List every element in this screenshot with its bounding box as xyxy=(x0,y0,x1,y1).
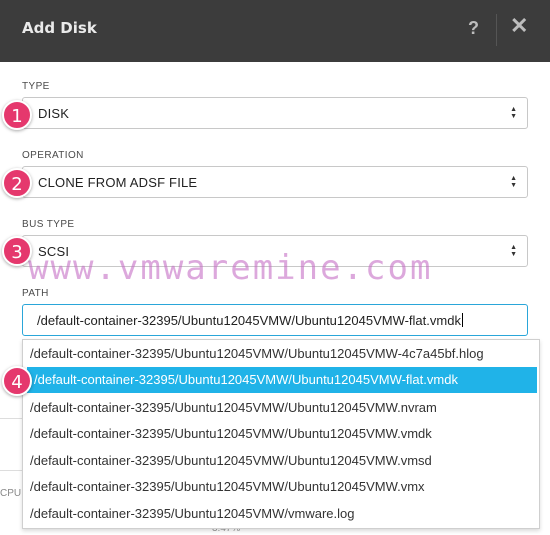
dropdown-option[interactable]: /default-container-32395/Ubuntu12045VMW/… xyxy=(23,395,539,421)
dialog-header: Add Disk ? ✕ xyxy=(0,0,550,62)
close-icon[interactable]: ✕ xyxy=(510,15,528,37)
header-divider xyxy=(496,14,497,46)
dropdown-option-selected[interactable]: /default-container-32395/Ubuntu12045VMW/… xyxy=(27,367,537,393)
path-input[interactable]: /default-container-32395/Ubuntu12045VMW/… xyxy=(22,304,528,336)
select-arrows-icon: ▲ ▼ xyxy=(510,175,517,189)
background-cpu-label: CPU xyxy=(0,488,22,499)
select-arrows-icon: ▲ ▼ xyxy=(510,244,517,258)
dropdown-option[interactable]: /default-container-32395/Ubuntu12045VMW/… xyxy=(23,421,539,447)
select-arrows-icon: ▲ ▼ xyxy=(510,106,517,120)
operation-value: CLONE FROM ADSF FILE xyxy=(38,175,198,190)
path-text: /default-container-32395/Ubuntu12045VMW/… xyxy=(37,313,461,328)
dropdown-option[interactable]: /default-container-32395/Ubuntu12045VMW/… xyxy=(23,341,539,367)
watermark-text: www.vmwaremine.com xyxy=(28,248,433,288)
bus-type-label: BUS TYPE xyxy=(22,219,75,230)
step-badge-4: 4 xyxy=(2,366,32,396)
dialog-title: Add Disk xyxy=(22,19,97,37)
background-divider xyxy=(0,418,22,419)
type-label: TYPE xyxy=(22,81,50,92)
step-badge-2: 2 xyxy=(2,168,32,198)
dropdown-option[interactable]: /default-container-32395/Ubuntu12045VMW/… xyxy=(23,448,539,474)
step-badge-1: 1 xyxy=(2,100,32,130)
dropdown-option[interactable]: /default-container-32395/Ubuntu12045VMW/… xyxy=(23,474,539,500)
type-select[interactable]: DISK ▲ ▼ xyxy=(22,97,528,129)
operation-select[interactable]: CLONE FROM ADSF FILE ▲ ▼ xyxy=(22,166,528,198)
type-value: DISK xyxy=(38,106,70,121)
operation-label: OPERATION xyxy=(22,150,84,161)
dropdown-option[interactable]: /default-container-32395/Ubuntu12045VMW/… xyxy=(23,501,539,527)
text-caret xyxy=(461,313,463,327)
path-value: /default-container-32395/Ubuntu12045VMW/… xyxy=(37,313,463,328)
background-divider-2 xyxy=(0,470,22,471)
path-dropdown[interactable]: /default-container-32395/Ubuntu12045VMW/… xyxy=(22,339,540,529)
step-badge-3: 3 xyxy=(2,236,32,266)
help-icon[interactable]: ? xyxy=(468,18,479,39)
path-label: PATH xyxy=(22,288,49,299)
